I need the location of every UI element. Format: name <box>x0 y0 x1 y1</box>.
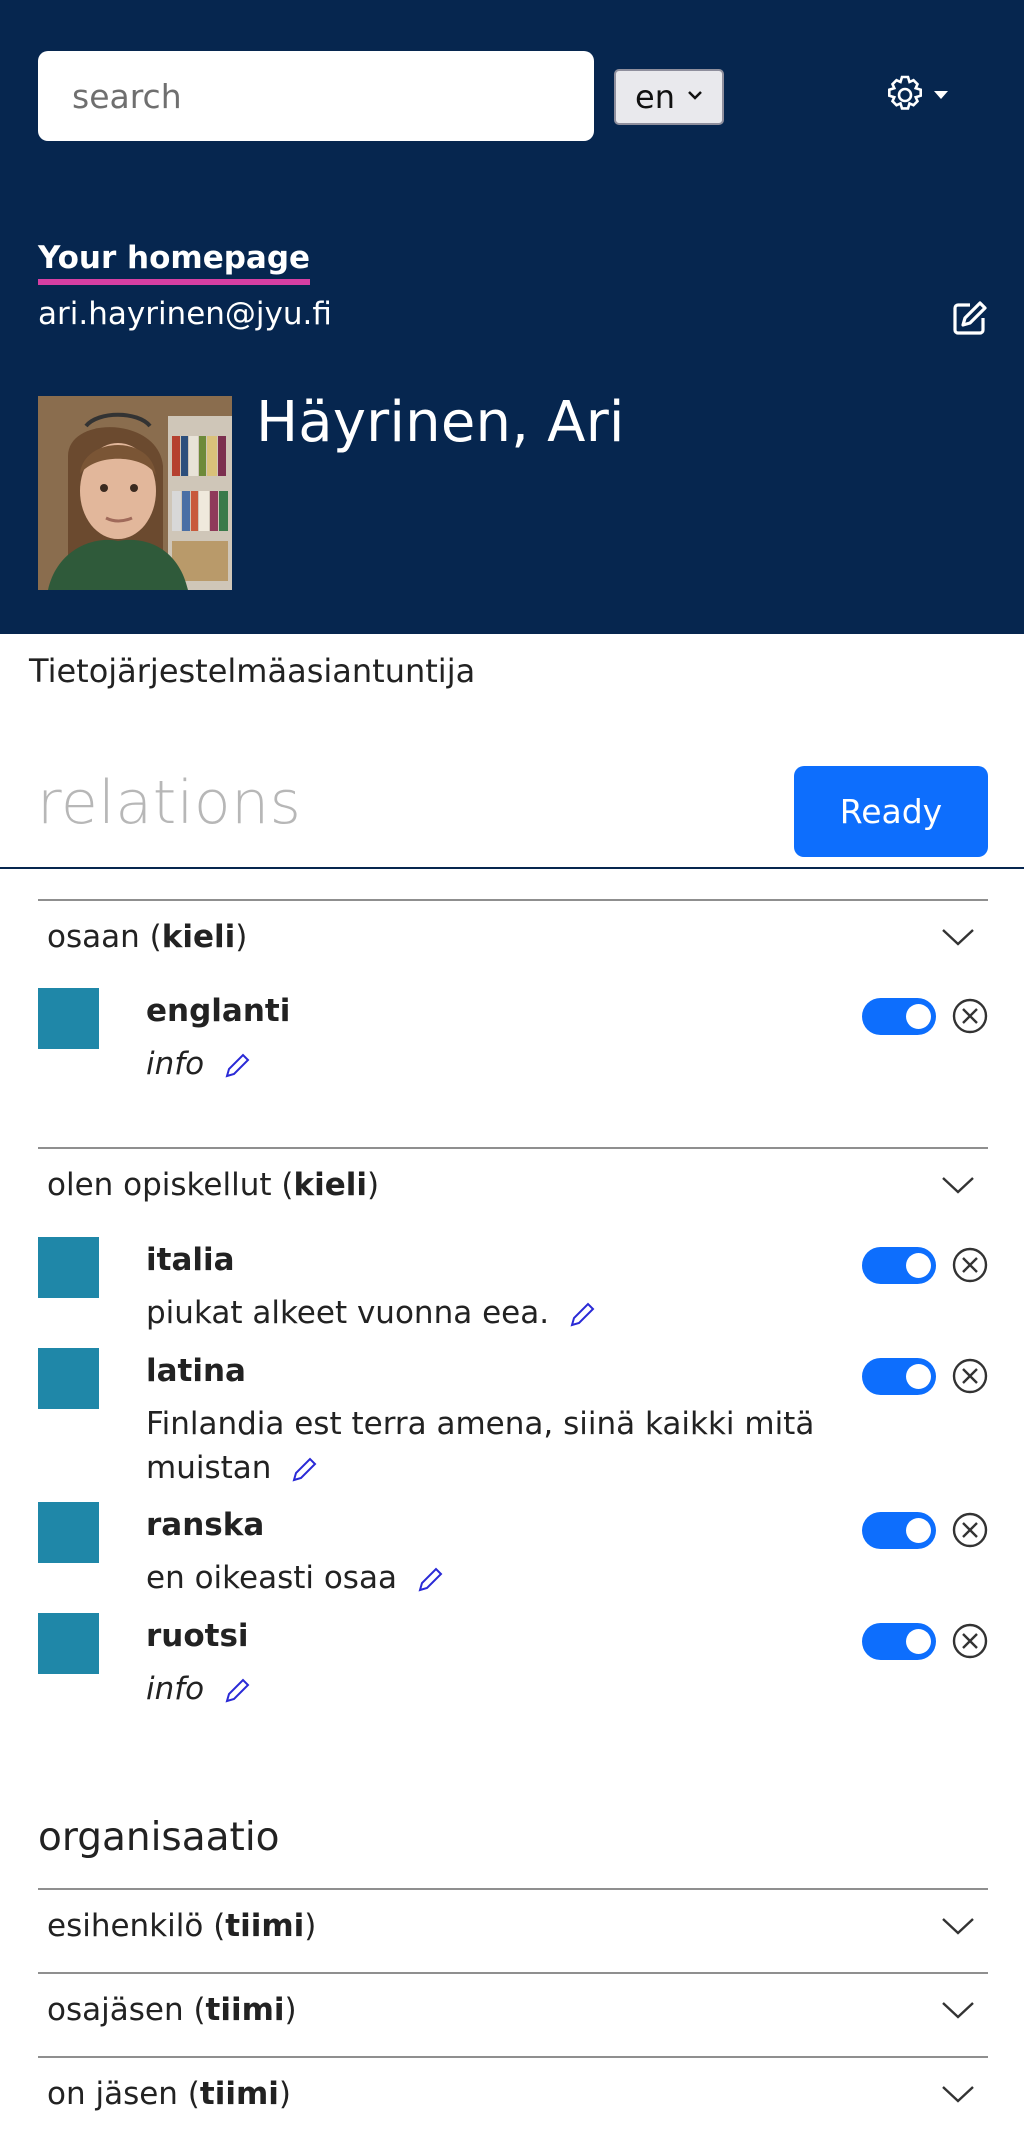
pencil-icon[interactable] <box>222 1676 252 1706</box>
chevron-down-icon[interactable] <box>940 925 976 949</box>
job-title: Tietojärjestelmäasiantuntija <box>29 652 476 690</box>
item-name: englanti <box>146 993 291 1029</box>
edit-icon[interactable] <box>950 298 990 338</box>
relation-group-header[interactable]: osaan (kieli) <box>38 899 988 983</box>
chevron-down-icon <box>688 91 702 100</box>
item-info: piukat alkeet vuonna eea. <box>146 1291 866 1335</box>
relation-group-label: osajäsen (tiimi) <box>47 1992 297 2028</box>
pencil-icon[interactable] <box>222 1051 252 1081</box>
email: ari.hayrinen@jyu.fi <box>38 296 332 332</box>
chevron-down-icon[interactable] <box>940 2082 976 2106</box>
language-value: en <box>635 78 675 116</box>
relation-group-label: on jäsen (tiimi) <box>47 2076 292 2112</box>
organisation-group-header[interactable]: esihenkilö (tiimi) <box>38 1888 988 1972</box>
remove-icon[interactable] <box>950 1356 990 1396</box>
item-info: info <box>146 1042 866 1086</box>
chevron-down-icon[interactable] <box>940 1998 976 2022</box>
visibility-toggle[interactable] <box>862 1247 936 1284</box>
organisation-group-header[interactable]: on jäsen (tiimi) <box>38 2056 988 2140</box>
item-name: ranska <box>146 1507 265 1543</box>
settings-menu-button[interactable] <box>882 70 962 120</box>
item-info: en oikeasti osaa <box>146 1556 866 1600</box>
chevron-down-icon[interactable] <box>940 1914 976 1938</box>
pencil-icon[interactable] <box>415 1565 445 1595</box>
homepage-link[interactable]: Your homepage <box>38 238 311 285</box>
item-info: info <box>146 1667 866 1711</box>
language-select[interactable]: en <box>614 69 724 125</box>
remove-icon[interactable] <box>950 1621 990 1661</box>
item-color-swatch <box>38 1348 99 1409</box>
search-input[interactable] <box>70 75 562 117</box>
item-name: italia <box>146 1242 235 1278</box>
chevron-down-icon[interactable] <box>940 1173 976 1197</box>
ready-button[interactable]: Ready <box>794 766 988 857</box>
item-color-swatch <box>38 1613 99 1674</box>
remove-icon[interactable] <box>950 1245 990 1285</box>
item-name: ruotsi <box>146 1618 249 1654</box>
item-color-swatch <box>38 1502 99 1563</box>
visibility-toggle[interactable] <box>862 1358 936 1395</box>
relation-group-label: olen opiskellut (kieli) <box>47 1167 380 1203</box>
item-name: latina <box>146 1353 246 1389</box>
visibility-toggle[interactable] <box>862 1512 936 1549</box>
caret-down-icon <box>934 91 948 99</box>
item-color-swatch <box>38 988 99 1049</box>
relations-heading: relations <box>37 768 302 838</box>
search-box[interactable] <box>38 51 594 141</box>
organisation-heading: organisaatio <box>38 1815 280 1860</box>
profile-header: en Your homepage ari.hayrinen@jyu.fi <box>0 0 1024 634</box>
visibility-toggle[interactable] <box>862 998 936 1035</box>
remove-icon[interactable] <box>950 996 990 1036</box>
pencil-icon[interactable] <box>289 1455 319 1485</box>
remove-icon[interactable] <box>950 1510 990 1550</box>
item-info: Finlandia est terra amena, siinä kaikki … <box>146 1406 815 1486</box>
pencil-icon[interactable] <box>567 1300 597 1330</box>
person-name: Häyrinen, Ari <box>256 390 625 455</box>
relation-group-header[interactable]: olen opiskellut (kieli) <box>38 1147 988 1231</box>
visibility-toggle[interactable] <box>862 1623 936 1660</box>
avatar <box>38 396 232 590</box>
divider <box>0 867 1024 869</box>
organisation-group-header[interactable]: osajäsen (tiimi) <box>38 1972 988 2056</box>
gear-icon <box>888 75 922 110</box>
relation-group-label: osaan (kieli) <box>47 919 248 955</box>
relation-group-label: esihenkilö (tiimi) <box>47 1908 317 1944</box>
item-color-swatch <box>38 1237 99 1298</box>
